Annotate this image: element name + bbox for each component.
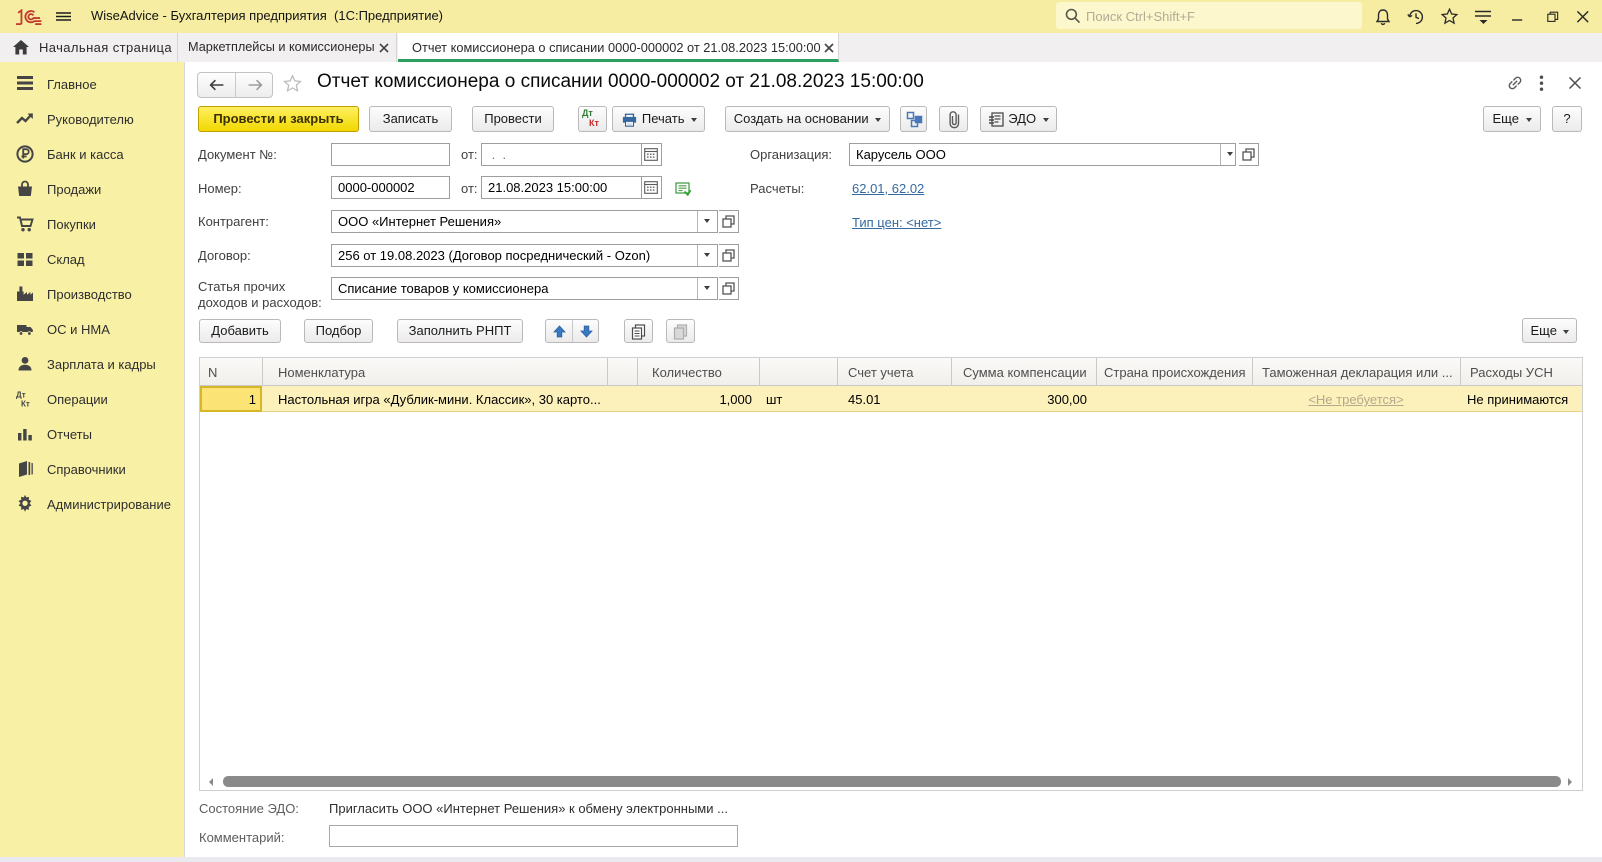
svg-text:Кт: Кт bbox=[21, 400, 30, 409]
svg-text:Дт: Дт bbox=[16, 391, 26, 400]
